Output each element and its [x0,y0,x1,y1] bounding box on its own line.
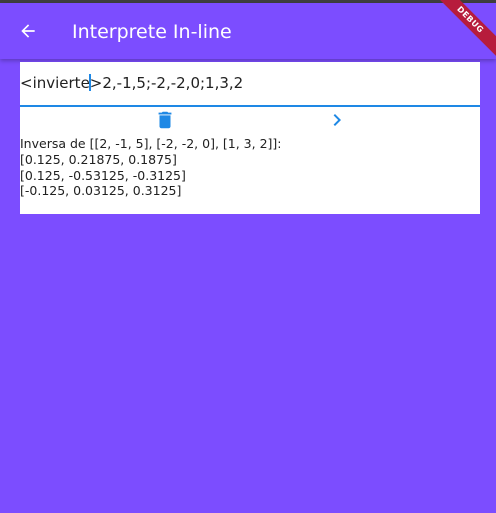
command-text-before-caret: <invierte [20,74,90,92]
command-text-after-caret: >2,-1,5;-2,-2,0;1,3,2 [89,74,244,92]
trash-icon [158,111,172,129]
output-panel: Inversa de [[2, -1, 5], [-2, -2, 0], [1,… [20,136,480,199]
run-button[interactable] [325,108,349,132]
command-input[interactable]: <invierte>2,-1,5;-2,-2,0;1,3,2 [20,62,480,107]
delete-button[interactable] [153,108,177,132]
output-line: Inversa de [[2, -1, 5], [-2, -2, 0], [1,… [20,136,282,151]
page-title: Interprete In-line [72,21,232,43]
output-line: [0.125, -0.53125, -0.3125] [20,167,186,183]
back-button[interactable] [10,11,46,51]
output-line: [0.125, 0.21875, 0.1875] [20,151,177,167]
app-bar: Interprete In-line [0,3,496,59]
interpreter-card: <invierte>2,-1,5;-2,-2,0;1,3,2 Inversa d… [20,62,480,214]
chevron-right-icon [333,114,341,126]
output-line: [-0.125, 0.03125, 0.3125] [20,183,182,199]
arrow-back-icon [21,24,35,38]
action-row [20,108,480,134]
command-input-text[interactable]: <invierte>2,-1,5;-2,-2,0;1,3,2 [20,74,243,92]
